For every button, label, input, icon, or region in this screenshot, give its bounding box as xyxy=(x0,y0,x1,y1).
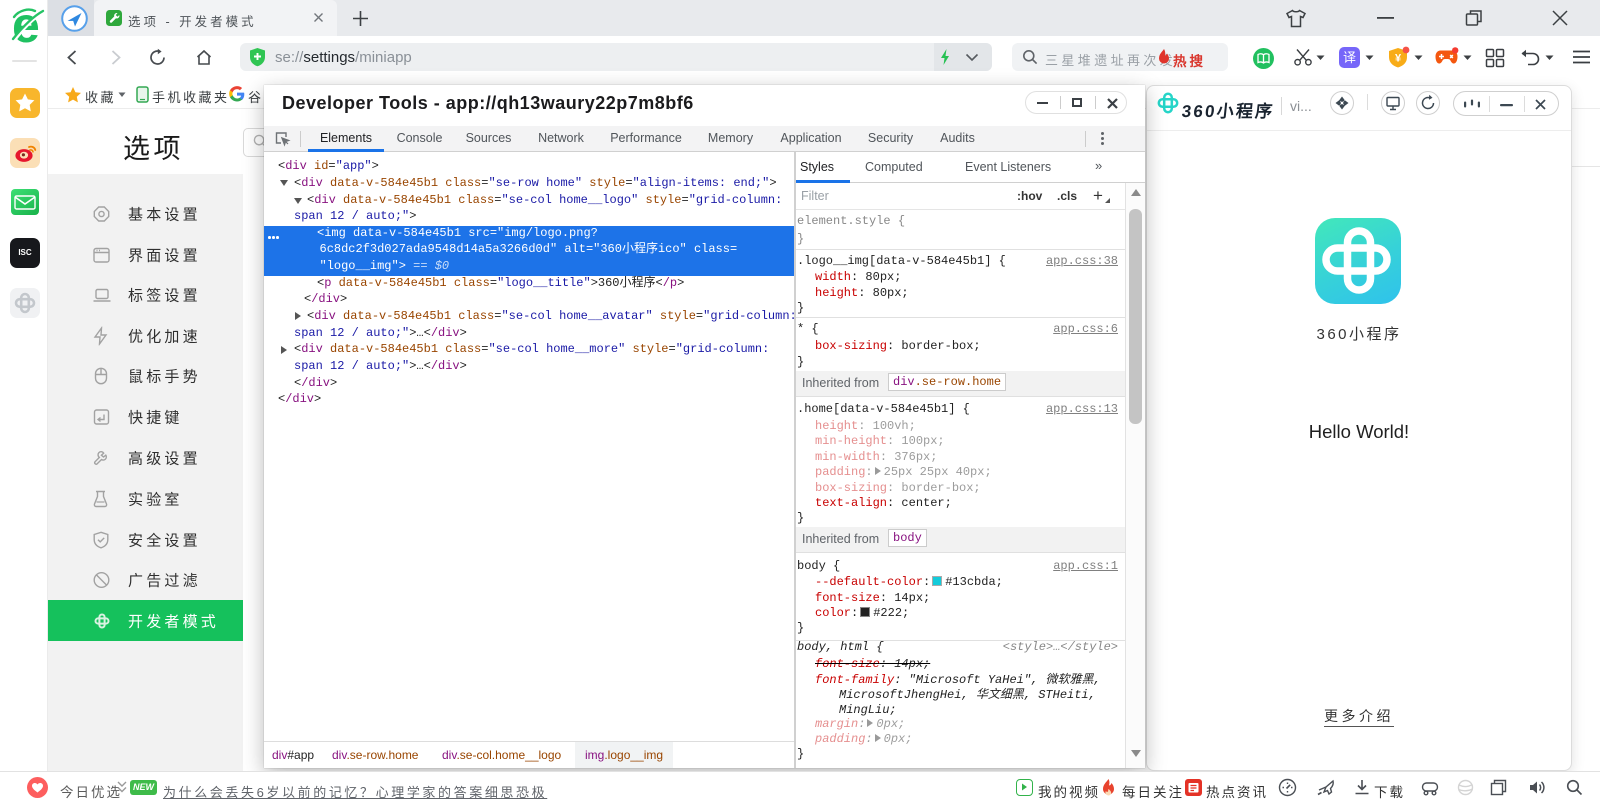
svg-text:¥: ¥ xyxy=(1395,53,1402,65)
